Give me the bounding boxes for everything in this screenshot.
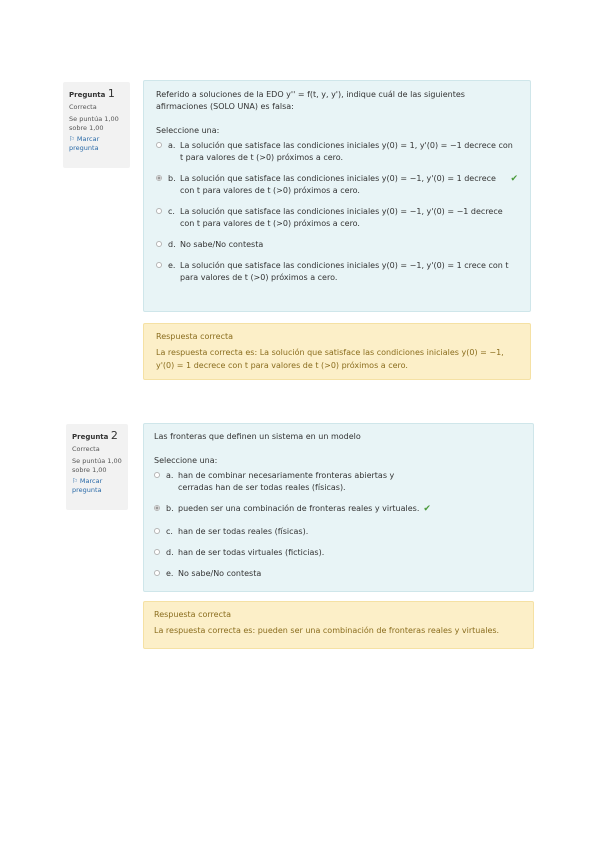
radio-button[interactable] — [154, 472, 160, 478]
question-number: Pregunta 1 — [69, 87, 115, 100]
answer-option-d[interactable]: d. No sabe/No contesta — [156, 239, 518, 251]
flag-icon: ⚐ — [72, 477, 78, 486]
question-prompt: Las fronteras que definen un sistema en … — [154, 432, 361, 441]
feedback-title: Respuesta correcta — [156, 332, 234, 341]
feedback-text: La respuesta correcta es: pueden ser una… — [154, 626, 500, 636]
answer-option-a[interactable]: a. La solución que satisface las condici… — [156, 140, 518, 164]
question-2-content: Las fronteras que definen un sistema en … — [143, 423, 534, 592]
question-state: Correcta — [72, 445, 100, 453]
question-1-feedback: Respuesta correcta La respuesta correcta… — [143, 323, 531, 380]
select-label: Seleccione una: — [156, 126, 220, 135]
answer-option-c[interactable]: c. han de ser todas reales (físicas). — [154, 526, 523, 538]
answer-option-a[interactable]: a. han de combinar necesariamente fronte… — [154, 470, 523, 494]
answer-option-b[interactable]: b. pueden ser una combinación de fronter… — [154, 503, 523, 517]
question-prompt: Referido a soluciones de la EDO y'' = f(… — [156, 90, 465, 111]
question-number: Pregunta 2 — [72, 429, 118, 442]
feedback-title: Respuesta correcta — [154, 610, 232, 619]
answer-option-d[interactable]: d. han de ser todas virtuales (ficticias… — [154, 547, 523, 559]
question-grade: Se puntúa 1,00 sobre 1,00 — [69, 114, 119, 132]
question-state: Correcta — [69, 103, 97, 111]
radio-button[interactable] — [154, 527, 160, 534]
flag-icon: ⚐ — [69, 135, 75, 144]
question-1-info: Pregunta 1 Correcta Se puntúa 1,00 sobre… — [63, 82, 130, 168]
answer-option-e[interactable]: e. No sabe/No contesta — [154, 568, 523, 580]
question-2-feedback: Respuesta correcta La respuesta correcta… — [143, 601, 534, 649]
question-2-info: Pregunta 2 Correcta Se puntúa 1,00 sobre… — [66, 424, 128, 510]
radio-button[interactable] — [156, 241, 162, 247]
correct-check-icon: ✔ — [510, 174, 518, 184]
radio-button[interactable] — [156, 208, 162, 214]
flag-question-link[interactable]: ⚐ Marcar pregunta — [69, 135, 124, 153]
select-label: Seleccione una: — [154, 456, 218, 465]
feedback-text: La respuesta correcta es: La solución qu… — [156, 348, 504, 370]
radio-button-selected[interactable] — [154, 505, 160, 511]
radio-button[interactable] — [154, 548, 160, 555]
answer-option-c[interactable]: c. La solución que satisface las condici… — [156, 206, 518, 230]
radio-button[interactable] — [154, 569, 160, 576]
answer-option-b[interactable]: b. La solución que satisface las condici… — [156, 173, 518, 197]
question-grade: Se puntúa 1,00 sobre 1,00 — [72, 456, 122, 474]
radio-button-selected[interactable] — [156, 175, 162, 181]
radio-button[interactable] — [156, 262, 162, 268]
answer-option-e[interactable]: e. La solución que satisface las condici… — [156, 260, 518, 284]
correct-check-icon: ✔ — [423, 504, 431, 514]
question-1-content: Referido a soluciones de la EDO y'' = f(… — [143, 80, 531, 312]
radio-button[interactable] — [156, 142, 162, 148]
flag-question-link[interactable]: ⚐ Marcar pregunta — [72, 477, 122, 495]
